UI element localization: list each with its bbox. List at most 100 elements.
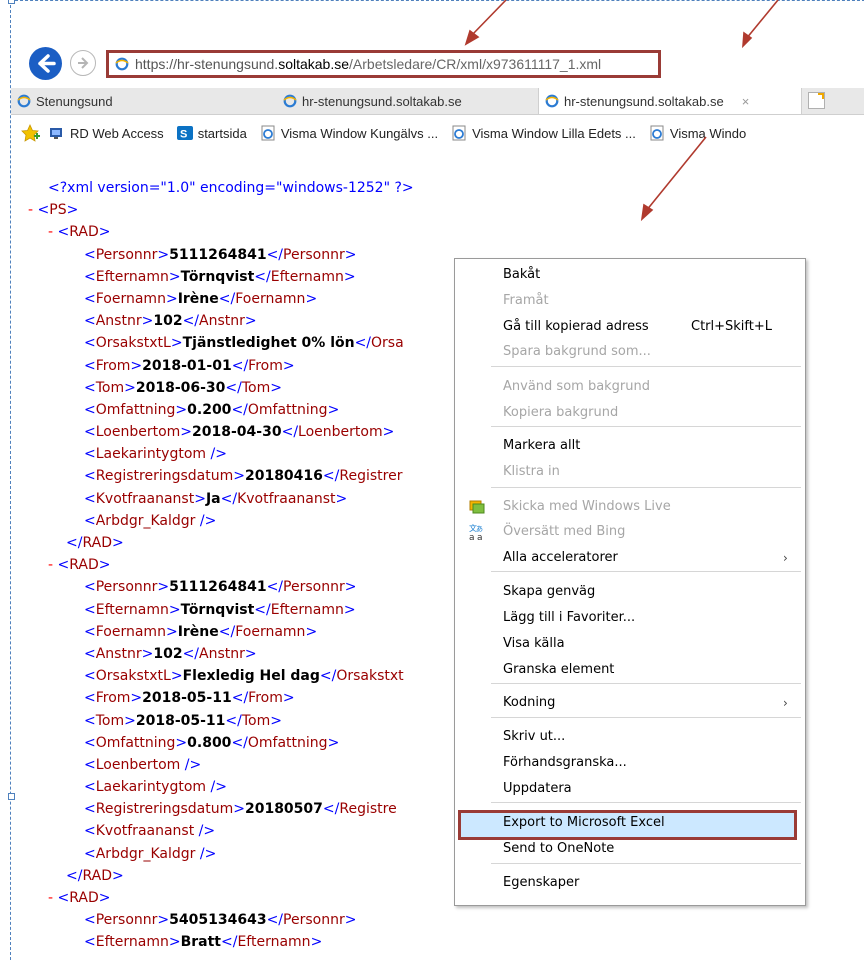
xml-punct: < xyxy=(57,890,70,906)
menu-item-export-to-microsoft-excel[interactable]: Export to Microsoft Excel xyxy=(503,812,665,834)
resize-handle[interactable] xyxy=(8,0,15,4)
menu-item-gå-till-kopierad-adress[interactable]: Gå till kopierad adress xyxy=(503,316,649,338)
xml-value: 102 xyxy=(153,645,183,662)
xml-punct: > xyxy=(111,535,124,551)
xml-punct: > xyxy=(175,401,188,418)
menu-item-uppdatera[interactable]: Uppdatera xyxy=(503,778,572,800)
xml-punct: </ xyxy=(220,490,238,507)
xml-tag: Personnr xyxy=(95,579,158,596)
xml-field-line: <Registreringsdatum>20180507</Registre xyxy=(28,798,414,820)
xml-punct: > xyxy=(98,890,111,906)
favorite-label: RD Web Access xyxy=(70,125,164,141)
xml-punct: > xyxy=(233,468,245,485)
xml-punct: </ xyxy=(231,690,249,707)
menu-item-spara-bakgrund-som[interactable]: Spara bakgrund som... xyxy=(503,341,651,363)
xml-punct: < xyxy=(84,734,96,751)
xml-punct: < xyxy=(84,246,96,263)
menu-separator xyxy=(491,802,801,803)
xml-punct: > xyxy=(344,912,357,929)
xml-punct: </ xyxy=(254,601,271,618)
xml-tag: Efternamn xyxy=(270,601,344,618)
xml-root-open[interactable]: - <PS> xyxy=(28,199,414,221)
tab-hr-stenungsund-active[interactable]: hr-stenungsund.soltakab.se × xyxy=(538,88,802,114)
xml-field-line: <Omfattning>0.200</Omfattning> xyxy=(28,399,414,421)
back-button[interactable] xyxy=(29,47,62,80)
xml-tag: Anstnr xyxy=(199,645,245,662)
ie-page-icon xyxy=(545,94,559,108)
xml-punct: > xyxy=(244,313,257,330)
xml-value: Ja xyxy=(205,490,221,507)
menu-item-egenskaper[interactable]: Egenskaper xyxy=(503,872,579,894)
menu-item-skriv-ut[interactable]: Skriv ut... xyxy=(503,726,565,748)
tab-hr-stenungsund-1[interactable]: hr-stenungsund.soltakab.se xyxy=(283,88,533,114)
xml-punct: /> xyxy=(180,756,202,773)
xml-punct: < xyxy=(84,712,96,729)
xml-punct: < xyxy=(84,579,96,596)
xml-punct: < xyxy=(84,424,96,441)
xml-tag: Kvotfraananst xyxy=(237,490,336,507)
xml-value: Irène xyxy=(177,623,219,640)
menu-item-kodning[interactable]: Kodning xyxy=(503,692,555,714)
xml-tag: Anstnr xyxy=(95,645,142,662)
menu-item-visa-källa[interactable]: Visa källa xyxy=(503,633,565,655)
menu-item-använd-som-bakgrund[interactable]: Använd som bakgrund xyxy=(503,376,650,398)
tab-stenungsund[interactable]: Stenungsund xyxy=(17,88,277,114)
xml-tag: Efternamn xyxy=(95,268,169,285)
favorite-rd-web-access[interactable]: RD Web Access xyxy=(49,126,164,141)
url-scheme: https://hr-stenungsund. xyxy=(135,56,279,72)
favorite-visma-lilla-edet[interactable]: Visma Window Lilla Edets ... xyxy=(451,125,636,141)
menu-item-lägg-till-i-favoriter[interactable]: Lägg till i Favoriter... xyxy=(503,607,635,629)
favorites-star-icon[interactable] xyxy=(21,124,41,142)
xml-record-open[interactable]: - <RAD> xyxy=(28,221,414,243)
favorite-startsida[interactable]: S startsida xyxy=(176,125,247,141)
menu-item-granska-element[interactable]: Granska element xyxy=(503,659,614,681)
xml-field-line: <Registreringsdatum>20180416</Registrer xyxy=(28,465,414,487)
xml-record-open[interactable]: - <RAD> xyxy=(28,887,414,909)
xml-punct: > xyxy=(66,202,79,219)
menu-item-send-to-onenote[interactable]: Send to OneNote xyxy=(503,838,614,860)
menu-item-framåt[interactable]: Framåt xyxy=(503,290,549,312)
favorite-visma-kungalv[interactable]: Visma Window Kungälvs ... xyxy=(260,125,438,141)
menu-separator xyxy=(491,487,801,488)
xml-value: Irène xyxy=(177,290,219,307)
xml-field-line: <Omfattning>0.800</Omfattning> xyxy=(28,732,414,754)
xml-tag: RAD xyxy=(82,867,112,884)
url-domain: soltakab.se xyxy=(278,56,350,72)
favorite-label: Visma Windo xyxy=(669,125,747,141)
favorite-visma-window[interactable]: Visma Windo xyxy=(649,125,746,141)
xml-tag: Anstnr xyxy=(95,313,142,330)
xml-punct: > xyxy=(157,246,170,263)
forward-button[interactable] xyxy=(70,50,96,76)
menu-item-skapa-genväg[interactable]: Skapa genväg xyxy=(503,581,595,603)
xml-field-line: <Arbdgr_Kaldgr /> xyxy=(28,510,414,532)
xml-punct: </ xyxy=(354,335,372,352)
xml-punct: > xyxy=(344,579,357,596)
menu-item-bakåt[interactable]: Bakåt xyxy=(503,264,540,286)
xml-tag: Laekarintygtom xyxy=(95,446,207,463)
xml-punct: > xyxy=(170,668,183,685)
xml-tag: Personnr xyxy=(283,579,345,596)
xml-punct: </ xyxy=(225,712,242,729)
submenu-arrow-icon: › xyxy=(783,696,788,710)
xml-record-close: </RAD> xyxy=(28,532,414,554)
menu-item-översätt-med-bing[interactable]: Översätt med Bing xyxy=(503,521,625,543)
menu-item-förhandsgranska[interactable]: Förhandsgranska... xyxy=(503,752,627,774)
menu-item-kopiera-bakgrund[interactable]: Kopiera bakgrund xyxy=(503,402,618,424)
xml-field-line: <Anstnr>102</Anstnr> xyxy=(28,643,414,665)
menu-item-markera-allt[interactable]: Markera allt xyxy=(503,435,580,457)
menu-item-skicka-med-windows-live[interactable]: Skicka med Windows Live xyxy=(503,496,671,518)
ie-page-icon xyxy=(115,57,129,71)
menu-item-alla-acceleratorer[interactable]: Alla acceleratorer xyxy=(503,547,618,569)
address-bar[interactable]: https://hr-stenungsund. soltakab.se/Arbet… xyxy=(106,50,661,78)
new-tab-button[interactable] xyxy=(808,92,825,109)
close-icon[interactable]: × xyxy=(742,94,750,109)
resize-handle[interactable] xyxy=(8,793,15,800)
menu-item-klistra-in[interactable]: Klistra in xyxy=(503,461,560,483)
xml-punct: </ xyxy=(231,401,248,418)
xml-tag: Omfattning xyxy=(95,734,176,751)
xml-punct: </ xyxy=(322,801,340,818)
xml-document: <?xml version="1.0" encoding="windows-12… xyxy=(28,177,414,954)
collapse-toggle: - xyxy=(48,224,58,241)
xml-record-open[interactable]: - <RAD> xyxy=(28,554,414,576)
menu-separator xyxy=(491,366,801,367)
